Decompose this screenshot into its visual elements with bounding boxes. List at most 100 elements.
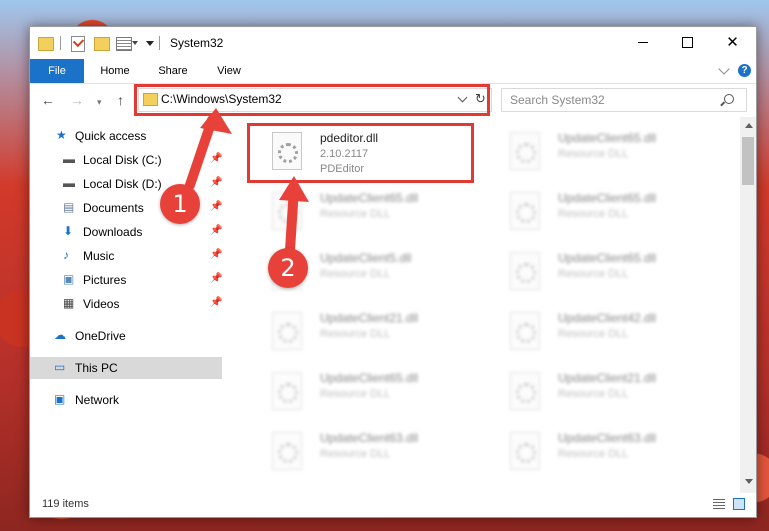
forward-arrow-icon[interactable]: → xyxy=(70,92,84,108)
drive-icon: ▬ xyxy=(63,176,75,190)
pin-icon[interactable]: 📌 xyxy=(210,177,222,188)
navigation-pane: ★ Quick access ▬ Local Disk (C:) 📌 ▬ Loc… xyxy=(30,117,226,493)
file-description: Resource DLL xyxy=(320,388,391,400)
sidebar-item-local-disk-c[interactable]: ▬ Local Disk (C:) 📌 xyxy=(30,149,222,171)
file-item[interactable]: UpdateClient63.dll Resource DLL xyxy=(486,427,712,483)
dll-file-icon xyxy=(510,252,540,290)
sidebar-item-label: Network xyxy=(75,393,120,407)
file-item[interactable]: UpdateClient65.dll Resource DLL xyxy=(248,187,474,243)
documents-icon: ▤ xyxy=(63,200,75,214)
pin-icon[interactable]: 📌 xyxy=(210,225,222,236)
minimize-button[interactable] xyxy=(620,27,665,57)
sidebar-item-label: Pictures xyxy=(83,273,127,287)
dll-file-icon xyxy=(272,312,302,350)
star-icon: ★ xyxy=(56,128,67,142)
file-name: UpdateClient5.dll xyxy=(320,251,412,265)
sidebar-item-label: Quick access xyxy=(75,129,147,143)
file-item[interactable]: UpdateClient65.dll Resource DLL xyxy=(486,187,712,243)
recent-locations-icon[interactable]: ▾ xyxy=(97,94,102,110)
file-item[interactable]: UpdateClient65.dll Resource DLL xyxy=(486,247,712,303)
maximize-button[interactable] xyxy=(665,27,710,57)
pin-icon[interactable]: 📌 xyxy=(210,201,222,212)
file-item[interactable]: UpdateClient21.dll Resource DLL xyxy=(248,307,474,363)
expand-ribbon-icon[interactable] xyxy=(718,63,730,75)
cloud-icon: ☁ xyxy=(54,328,66,342)
file-description: Resource DLL xyxy=(558,148,629,160)
sidebar-item-pictures[interactable]: ▣ Pictures 📌 xyxy=(30,269,222,291)
title-bar: System32 ✕ xyxy=(30,27,756,59)
search-icon[interactable] xyxy=(724,94,734,104)
large-icons-view-icon[interactable] xyxy=(733,498,745,510)
chevron-down-icon[interactable] xyxy=(132,41,138,45)
file-description: Resource DLL xyxy=(558,268,629,280)
back-arrow-icon[interactable]: ← xyxy=(41,92,55,108)
file-item[interactable]: UpdateClient21.dll Resource DLL xyxy=(486,367,712,423)
tab-share[interactable]: Share xyxy=(148,59,198,83)
scrollbar-thumb[interactable] xyxy=(742,137,754,185)
up-arrow-icon[interactable]: ↑ xyxy=(117,92,124,108)
music-icon: ♪ xyxy=(63,248,69,262)
file-name: UpdateClient63.dll xyxy=(320,431,419,445)
sidebar-item-music[interactable]: ♪ Music 📌 xyxy=(30,245,222,267)
sidebar-item-label: Music xyxy=(83,249,115,263)
ribbon: File Home Share View ? xyxy=(30,59,756,84)
pictures-icon: ▣ xyxy=(63,272,75,286)
tab-home[interactable]: Home xyxy=(90,59,140,83)
scroll-up-icon[interactable] xyxy=(745,123,753,128)
window-title: System32 xyxy=(170,36,224,50)
sidebar-item-network[interactable]: ▣ Network xyxy=(30,389,222,411)
dll-file-icon xyxy=(272,192,302,230)
sidebar-item-label: Local Disk (C:) xyxy=(83,153,162,167)
drive-icon: ▬ xyxy=(63,152,75,166)
address-bar-highlight xyxy=(134,84,490,116)
file-item[interactable]: UpdateClient65.dll Resource DLL xyxy=(248,367,474,423)
sidebar-item-downloads[interactable]: ⬇ Downloads 📌 xyxy=(30,221,222,243)
scroll-down-icon[interactable] xyxy=(745,479,753,484)
download-icon: ⬇ xyxy=(63,224,74,238)
tab-view[interactable]: View xyxy=(206,59,252,83)
details-view-icon[interactable] xyxy=(713,499,725,510)
tab-file[interactable]: File xyxy=(30,59,84,83)
file-item[interactable]: UpdateClient42.dll Resource DLL xyxy=(486,307,712,363)
file-description: Resource DLL xyxy=(320,268,391,280)
file-name: UpdateClient63.dll xyxy=(558,431,657,445)
pin-icon[interactable]: 📌 xyxy=(210,273,222,284)
sidebar-item-this-pc[interactable]: ▭ This PC xyxy=(30,357,222,379)
file-name: UpdateClient21.dll xyxy=(558,371,657,385)
pin-icon[interactable]: 📌 xyxy=(210,153,222,164)
close-button[interactable]: ✕ xyxy=(710,27,755,57)
pin-icon[interactable]: 📌 xyxy=(210,249,222,260)
properties-icon[interactable] xyxy=(71,36,85,52)
view-options-icon[interactable] xyxy=(116,37,132,51)
file-item[interactable]: UpdateClient63.dll Resource DLL xyxy=(248,427,474,483)
sidebar-item-quick-access[interactable]: ★ Quick access xyxy=(30,125,222,147)
videos-icon: ▦ xyxy=(63,296,75,310)
sidebar-item-label: OneDrive xyxy=(75,329,126,343)
sidebar-item-videos[interactable]: ▦ Videos 📌 xyxy=(30,293,222,315)
folder-icon xyxy=(38,37,54,51)
help-icon[interactable]: ? xyxy=(738,64,751,77)
close-icon: ✕ xyxy=(726,34,739,51)
file-description: Resource DLL xyxy=(558,328,629,340)
file-name: UpdateClient42.dll xyxy=(558,311,657,325)
file-item[interactable]: UpdateClient65.dll Resource DLL xyxy=(486,127,712,183)
file-name: UpdateClient21.dll xyxy=(320,311,419,325)
pin-icon[interactable]: 📌 xyxy=(210,297,222,308)
network-icon: ▣ xyxy=(54,392,66,406)
file-description: Resource DLL xyxy=(320,208,391,220)
sidebar-item-onedrive[interactable]: ☁ OneDrive xyxy=(30,325,222,347)
dll-file-icon xyxy=(272,372,302,410)
computer-icon: ▭ xyxy=(54,360,66,374)
dll-file-icon xyxy=(510,192,540,230)
maximize-icon xyxy=(682,36,693,48)
search-input[interactable]: Search System32 xyxy=(501,88,747,112)
file-description: Resource DLL xyxy=(320,448,391,460)
sidebar-item-label: This PC xyxy=(75,361,118,375)
step-2-badge: 2 xyxy=(268,248,308,288)
file-description: Resource DLL xyxy=(558,208,629,220)
search-placeholder: Search System32 xyxy=(510,93,605,107)
customize-toolbar-icon[interactable] xyxy=(146,41,154,46)
vertical-scrollbar[interactable] xyxy=(740,117,756,493)
new-folder-icon[interactable] xyxy=(94,37,110,51)
file-description: Resource DLL xyxy=(558,388,629,400)
